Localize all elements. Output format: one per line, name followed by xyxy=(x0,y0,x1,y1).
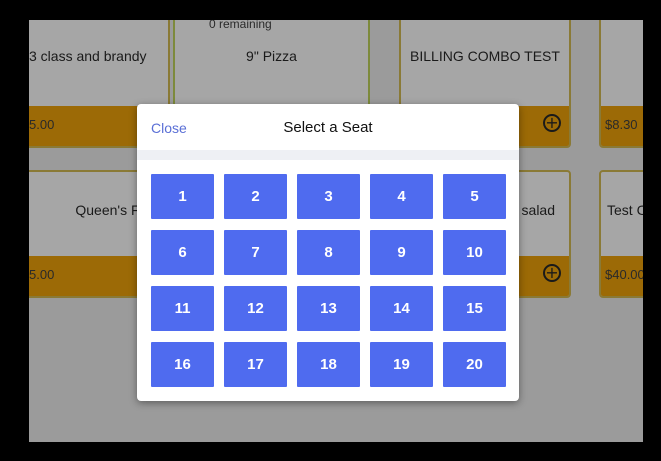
modal-header: Close Select a Seat xyxy=(137,104,519,160)
seat-button[interactable]: 15 xyxy=(443,286,506,331)
seat-button[interactable]: 1 xyxy=(151,174,214,219)
seat-button[interactable]: 4 xyxy=(370,174,433,219)
price-bar: $40.00 xyxy=(601,256,643,296)
add-item-icon[interactable]: + xyxy=(543,114,561,132)
menu-card-price: $40.00 xyxy=(605,267,643,282)
menu-card-name: 3 class and brandy xyxy=(29,48,147,64)
seat-button[interactable]: 17 xyxy=(224,342,287,387)
menu-card-price: 5.00 xyxy=(29,117,55,132)
seat-button[interactable]: 5 xyxy=(443,174,506,219)
seat-button[interactable]: 19 xyxy=(370,342,433,387)
menu-card-name: Test C xyxy=(607,202,643,218)
menu-card-price: 5.00 xyxy=(29,267,55,282)
seat-grid: 1 2 3 4 5 6 7 8 9 10 11 12 13 14 15 16 1… xyxy=(151,174,506,387)
seat-button[interactable]: 16 xyxy=(151,342,214,387)
select-seat-modal: Close Select a Seat 1 2 3 4 5 6 7 8 9 10… xyxy=(137,104,519,401)
menu-card[interactable]: Test C $40.00 xyxy=(599,170,643,298)
remaining-count: 0 remaining xyxy=(209,20,272,31)
seat-button[interactable]: 2 xyxy=(224,174,287,219)
price-bar: $8.30 xyxy=(601,106,643,146)
seat-button[interactable]: 10 xyxy=(443,230,506,275)
seat-button[interactable]: 9 xyxy=(370,230,433,275)
seat-button[interactable]: 12 xyxy=(224,286,287,331)
menu-card-name: 9" Pizza xyxy=(246,48,297,64)
seat-button[interactable]: 7 xyxy=(224,230,287,275)
seat-button[interactable]: 3 xyxy=(297,174,360,219)
seat-button[interactable]: 13 xyxy=(297,286,360,331)
menu-card-name: C xyxy=(601,48,643,64)
modal-title: Select a Seat xyxy=(283,119,373,136)
seat-button[interactable]: 6 xyxy=(151,230,214,275)
menu-card-name: BILLING COMBO TEST xyxy=(410,48,560,64)
seat-button[interactable]: 8 xyxy=(297,230,360,275)
seat-button[interactable]: 11 xyxy=(151,286,214,331)
seat-button[interactable]: 20 xyxy=(443,342,506,387)
menu-card-price: $8.30 xyxy=(605,117,638,132)
seat-button[interactable]: 14 xyxy=(370,286,433,331)
menu-card[interactable]: C $8.30 xyxy=(599,20,643,148)
seat-button[interactable]: 18 xyxy=(297,342,360,387)
add-item-icon[interactable]: + xyxy=(543,264,561,282)
